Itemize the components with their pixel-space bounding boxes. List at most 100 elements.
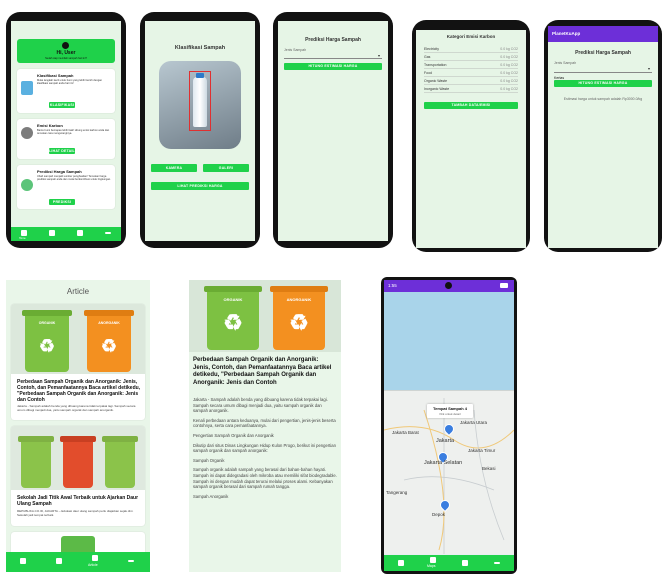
klasifikasi-button[interactable]: KLASIFIKASI <box>49 102 75 108</box>
estimasi-result: Estimasi harga untuk sampah adalah Rp300… <box>563 97 643 101</box>
page-title: Prediksi Harga Sampah <box>575 50 631 56</box>
article-detail-screen: ♻ ORGANIK ♻ ANORGANIK Perbedaan Sampah O… <box>189 280 341 572</box>
map-screen: 1:55 Tempat Sampah 4 Klik untuk detail J… <box>384 280 514 571</box>
card-desc: Mulai langkah kecil untuk bumi yang lebi… <box>37 79 103 86</box>
bin-label: ORGANIK <box>223 297 243 302</box>
app-bar: PlanetKuApp <box>548 26 658 42</box>
map-icon[interactable] <box>430 557 436 563</box>
card-title: Klasifikasi Sampah <box>37 73 74 78</box>
card-emisi: Emisi Karbon Bantu bumi bernapas lebih b… <box>17 119 115 159</box>
phone-prediksi-result: PlanetKuApp Prediksi Harga Sampah Jenis … <box>544 20 662 252</box>
more-icon[interactable] <box>105 232 111 234</box>
bin-label: ANORGANIK <box>286 297 312 302</box>
map-label: Jakarta <box>436 438 455 444</box>
emisi-row-name: Inorganic Waste <box>424 87 450 91</box>
prediksi-button[interactable]: PREDIKSI <box>49 199 75 205</box>
article-card[interactable]: Sekolah Jadi Titik Awal Terbaik untuk Aj… <box>11 426 145 526</box>
article-paragraph: Sampah Anorganik <box>193 493 229 499</box>
emisi-row[interactable]: Electricity 0.0 kg CO2 <box>424 46 518 53</box>
inorganic-bin: ♻ ANORGANIK <box>84 310 134 372</box>
emisi-row[interactable]: Organic Waste 0.0 kg CO2 <box>424 78 518 85</box>
marker-popup[interactable]: Tempat Sampah 4 Klik untuk detail <box>427 404 473 418</box>
emisi-row[interactable]: Transportation 0.0 kg CO2 <box>424 62 518 69</box>
home-icon[interactable] <box>20 558 26 564</box>
home-icon[interactable] <box>398 560 404 566</box>
article-icon[interactable] <box>92 555 98 561</box>
bins-image <box>11 426 145 490</box>
emisi-row-name: Organic Waste <box>424 79 448 83</box>
phone-klasifikasi: Klasifikasi Sampah KAMERA GALERI LIHAT P… <box>140 12 260 248</box>
home-icon[interactable] <box>21 230 27 236</box>
page-title: Article <box>66 287 90 296</box>
hitung-button[interactable]: HITUNG ESTIMASI HARGA <box>284 63 382 70</box>
emisi-screen: Kategori Emisi Karbon Electricity 0.0 kg … <box>416 30 526 248</box>
organic-bin: ♻ ORGANIK <box>204 286 262 350</box>
tambah-data-button[interactable]: TAMBAH DATA/EMISI <box>424 102 518 109</box>
popup-sub: Klik untuk detail <box>439 412 461 416</box>
recycle-icon: ♻ <box>38 336 56 356</box>
article-title: Perbedaan Sampah Organik dan Anorganik: … <box>17 379 141 403</box>
emisi-row[interactable]: Inorganic Waste 0.0 kg CO2 <box>424 86 518 93</box>
greeting-sub: Sudah siap memilah sampah hari ini? <box>45 57 87 60</box>
page-title: Prediksi Harga Sampah <box>305 37 361 43</box>
jenis-label: Jenis Sampah <box>554 61 577 65</box>
organic-bin: ♻ ORGANIK <box>22 310 72 372</box>
popup-title: Tempat Sampah 4 <box>433 406 467 411</box>
hitung-button[interactable]: HITUNG ESTIMASI HARGA <box>554 80 652 87</box>
page-title: Klasifikasi Sampah <box>174 45 226 51</box>
emisi-row-name: Transportation <box>424 63 447 67</box>
card-klasifikasi: Klasifikasi Sampah Mulai langkah kecil u… <box>17 69 115 113</box>
nav-article-label: Article <box>88 563 98 567</box>
lihat-prediksi-button[interactable]: LIHAT PREDIKSI HARGA <box>151 182 249 190</box>
article-icon[interactable] <box>77 230 83 236</box>
article-card[interactable]: ♻ ORGANIK ♻ ANORGANIK Perbedaan Sampah O… <box>11 304 145 420</box>
article-icon[interactable] <box>462 560 468 566</box>
jenis-select[interactable]: Kertas ▾ <box>554 66 652 80</box>
greeting-text: Hi, User <box>56 50 76 56</box>
map-icon[interactable] <box>56 558 62 564</box>
bin-label: ANORGANIK <box>98 321 120 325</box>
map-label: Tangerang <box>386 490 408 495</box>
recycle-icon: ♻ <box>100 336 118 356</box>
jenis-select[interactable]: Plastik ▾ <box>284 53 382 67</box>
recycle-icon: ♻ <box>223 310 243 335</box>
emisi-row[interactable]: Food 0.0 kg CO2 <box>424 70 518 77</box>
article-paragraph: Jakarta - Sampah adalah benda yang dibua… <box>193 397 328 414</box>
article-paragraph: Sampah organik adalah sampah yang berasa… <box>193 467 337 490</box>
phone-prediksi: Prediksi Harga Sampah Jenis Sampah Plast… <box>273 12 393 248</box>
map-icon[interactable] <box>49 230 55 236</box>
jenis-label: Jenis Sampah <box>284 48 307 52</box>
card-desc: Ubah sampah menjadi sumber penghasilan! … <box>37 175 111 182</box>
chevron-down-icon: ▾ <box>647 66 650 71</box>
article-title: Perbedaan Sampah Organik dan Anorganik: … <box>193 357 332 386</box>
emisi-row[interactable]: Gas 0.0 kg CO2 <box>424 54 518 61</box>
bins-image: ♻ ORGANIK ♻ ANORGANIK <box>11 304 145 374</box>
hero-image: ♻ ORGANIK ♻ ANORGANIK <box>189 280 341 352</box>
article-title: Sekolah Jadi Titik Awal Terbaik untuk Aj… <box>17 495 139 507</box>
card-title: Emisi Karbon <box>37 123 63 128</box>
map-label: Depok <box>432 512 446 517</box>
map-label: Jakarta Timur <box>468 448 496 453</box>
recycle-icon: ♻ <box>289 310 309 335</box>
lihat-detail-button[interactable]: LIHAT DETAIL <box>49 148 75 154</box>
emisi-row-value: 0.0 kg CO2 <box>500 63 518 67</box>
kamera-button[interactable]: KAMERA <box>151 164 197 172</box>
prediksi-screen: Prediksi Harga Sampah Jenis Sampah Plast… <box>278 21 388 241</box>
co2-icon <box>21 127 33 139</box>
green-bin <box>18 436 54 488</box>
more-icon[interactable] <box>494 562 500 564</box>
galeri-button[interactable]: GALERI <box>203 164 249 172</box>
detection-box <box>189 71 211 131</box>
bottom-nav: Home <box>11 227 121 241</box>
map-label: Bekasi <box>482 466 496 471</box>
card-prediksi: Prediksi Harga Sampah Ubah sampah menjad… <box>17 165 115 209</box>
emisi-row-value: 0.0 kg CO2 <box>500 87 518 91</box>
nav-maps-label: Maps <box>427 564 436 568</box>
more-icon[interactable] <box>128 560 134 562</box>
article-list-screen: Article ♻ ORGANIK ♻ ANORGANIK Perbedaan … <box>6 280 150 572</box>
page-title: Kategori Emisi Karbon <box>446 34 496 39</box>
emisi-row-value: 0.0 kg CO2 <box>500 55 518 59</box>
greeting-banner: Hi, User Sudah siap memilah sampah hari … <box>17 39 115 63</box>
phone-map: 1:55 Tempat Sampah 4 Klik untuk detail J… <box>381 277 517 574</box>
map-label: Jakarta Barat <box>392 430 419 435</box>
